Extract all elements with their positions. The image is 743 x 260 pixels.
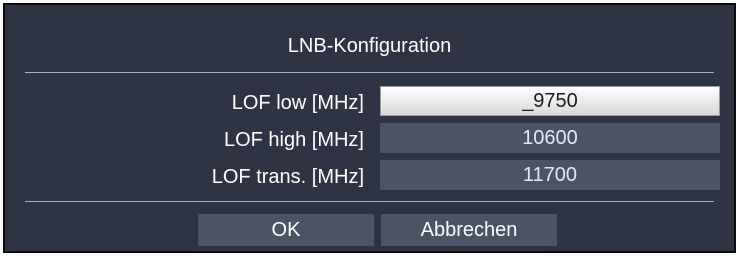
button-divider xyxy=(25,201,714,202)
lof-high-label: LOF high [MHz] xyxy=(223,129,364,151)
lof-low-label: LOF low [MHz] xyxy=(231,92,364,114)
lof-high-input[interactable]: 10600 xyxy=(380,123,720,153)
dialog-title: LNB-Konfiguration xyxy=(287,35,452,57)
lof-high-value: 10600 xyxy=(522,126,578,149)
lof-trans-label: LOF trans. [MHz] xyxy=(211,166,364,188)
lof-low-input[interactable]: _9750 xyxy=(380,86,720,116)
lof-low-value: _9750 xyxy=(522,89,578,112)
cancel-button[interactable]: Abbrechen xyxy=(381,214,557,246)
lnb-config-dialog: LNB-Konfiguration LOF low [MHz] _9750 LO… xyxy=(3,3,736,253)
title-divider xyxy=(25,72,714,73)
ok-button[interactable]: OK xyxy=(198,214,374,246)
lof-trans-input[interactable]: 11700 xyxy=(380,160,720,190)
lof-trans-value: 11700 xyxy=(522,163,578,186)
